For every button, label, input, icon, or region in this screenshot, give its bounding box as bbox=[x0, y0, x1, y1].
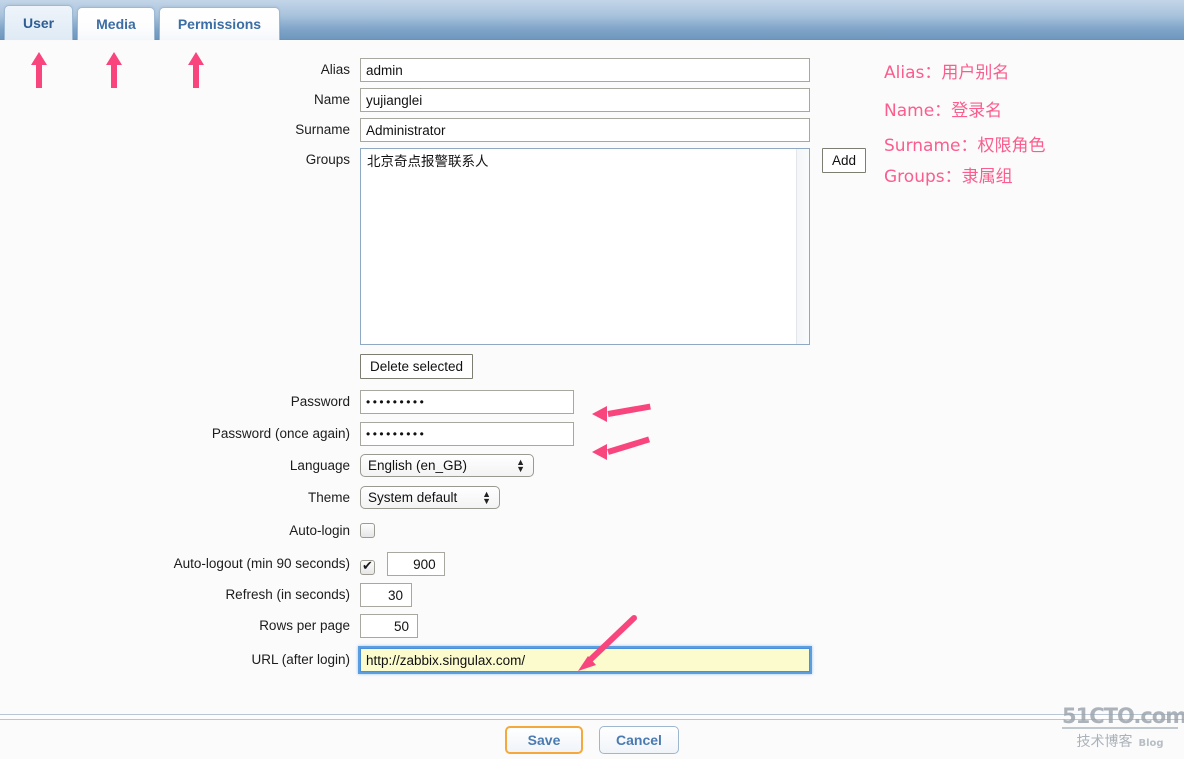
groups-add-wrap: Add bbox=[822, 148, 867, 173]
url-after-login-label: URL (after login) bbox=[251, 652, 350, 667]
auto-logout-input[interactable] bbox=[386, 552, 445, 576]
watermark: 51CTO.com 技术博客 Blog bbox=[1062, 704, 1184, 751]
auto-logout-field-wrap bbox=[360, 552, 445, 576]
annotation-note-groups: Groups：隶属组 bbox=[884, 167, 1013, 187]
theme-select[interactable]: System default bbox=[360, 486, 500, 509]
auto-login-label: Auto-login bbox=[289, 523, 350, 538]
field-row-language: Language English (en_GB) ▲ ▼ bbox=[0, 454, 1184, 478]
annotation-note-surname: Surname：权限角色 bbox=[884, 136, 1046, 156]
auto-logout-checkbox[interactable] bbox=[360, 558, 375, 575]
refresh-field-wrap bbox=[360, 583, 412, 607]
alias-input[interactable] bbox=[360, 58, 810, 82]
password-again-field-wrap bbox=[360, 422, 574, 446]
tab-permissions[interactable]: Permissions bbox=[158, 7, 281, 40]
field-row-auto-login: Auto-login bbox=[0, 519, 1184, 543]
watermark-en: Blog bbox=[1138, 738, 1164, 749]
alias-field-wrap bbox=[360, 58, 810, 82]
tab-user-label: User bbox=[23, 15, 55, 31]
field-row-rows-per-page: Rows per page bbox=[0, 614, 1184, 638]
groups-listbox[interactable]: 北京奇点报警联系人 bbox=[360, 148, 810, 345]
password-field-wrap bbox=[360, 390, 574, 414]
field-row-password-again: Password (once again) bbox=[0, 422, 1184, 446]
auto-logout-label: Auto-logout (min 90 seconds) bbox=[173, 556, 350, 571]
field-row-auto-logout: Auto-logout (min 90 seconds) bbox=[0, 552, 1184, 576]
name-input[interactable] bbox=[360, 88, 810, 112]
cancel-button[interactable]: Cancel bbox=[599, 726, 679, 754]
password-label: Password bbox=[290, 394, 350, 409]
groups-scrollbar[interactable] bbox=[796, 149, 809, 344]
rows-per-page-input[interactable] bbox=[360, 614, 418, 638]
add-group-button[interactable]: Add bbox=[822, 148, 867, 173]
tab-media[interactable]: Media bbox=[77, 7, 155, 40]
groups-label: Groups bbox=[305, 152, 350, 167]
password-again-input[interactable] bbox=[360, 422, 574, 446]
auto-login-checkbox[interactable] bbox=[360, 523, 375, 538]
name-label: Name bbox=[313, 92, 350, 107]
auto-login-field-wrap bbox=[360, 519, 375, 538]
alias-label: Alias bbox=[320, 62, 350, 77]
field-row-name: Name bbox=[0, 88, 1184, 112]
field-row-refresh: Refresh (in seconds) bbox=[0, 583, 1184, 607]
annotation-note-name: Name：登录名 bbox=[884, 101, 1003, 121]
save-button[interactable]: Save bbox=[505, 726, 584, 754]
surname-label: Surname bbox=[295, 122, 350, 137]
footer-divider bbox=[0, 714, 1184, 720]
groups-field-wrap: 北京奇点报警联系人 Delete selected bbox=[360, 148, 810, 379]
tab-list: User Media Permissions bbox=[4, 4, 284, 40]
theme-field-wrap: System default ▲ ▼ bbox=[360, 486, 500, 509]
field-row-password: Password bbox=[0, 390, 1184, 414]
surname-field-wrap bbox=[360, 118, 810, 142]
tab-permissions-label: Permissions bbox=[177, 16, 262, 32]
rows-per-page-field-wrap bbox=[360, 614, 418, 638]
language-label: Language bbox=[289, 458, 350, 473]
delete-selected-button[interactable]: Delete selected bbox=[360, 354, 474, 379]
password-input[interactable] bbox=[360, 390, 574, 414]
footer-actions: Save Cancel bbox=[0, 726, 1184, 754]
surname-input[interactable] bbox=[360, 118, 810, 142]
refresh-input[interactable] bbox=[360, 583, 412, 607]
annotation-note-alias: Alias：用户别名 bbox=[884, 63, 1010, 83]
tab-user[interactable]: User bbox=[4, 5, 74, 40]
field-row-theme: Theme System default ▲ ▼ bbox=[0, 486, 1184, 510]
theme-label: Theme bbox=[307, 490, 350, 505]
refresh-label: Refresh (in seconds) bbox=[225, 587, 350, 602]
groups-list-item[interactable]: 北京奇点报警联系人 bbox=[361, 149, 809, 171]
watermark-cn: 技术博客 Blog bbox=[1062, 731, 1178, 751]
url-after-login-input[interactable] bbox=[360, 648, 810, 672]
tab-bar: User Media Permissions bbox=[0, 0, 1184, 40]
rows-per-page-label: Rows per page bbox=[259, 618, 350, 633]
name-field-wrap bbox=[360, 88, 810, 112]
url-after-login-field-wrap bbox=[360, 648, 810, 672]
watermark-site: 51CTO.com bbox=[1062, 704, 1184, 729]
watermark-cn-text: 技术博客 bbox=[1076, 734, 1133, 750]
language-field-wrap: English (en_GB) ▲ ▼ bbox=[360, 454, 534, 477]
language-select[interactable]: English (en_GB) bbox=[360, 454, 534, 477]
field-row-url-after-login: URL (after login) bbox=[0, 648, 1184, 672]
tab-media-label: Media bbox=[96, 16, 136, 32]
password-again-label: Password (once again) bbox=[211, 426, 350, 441]
